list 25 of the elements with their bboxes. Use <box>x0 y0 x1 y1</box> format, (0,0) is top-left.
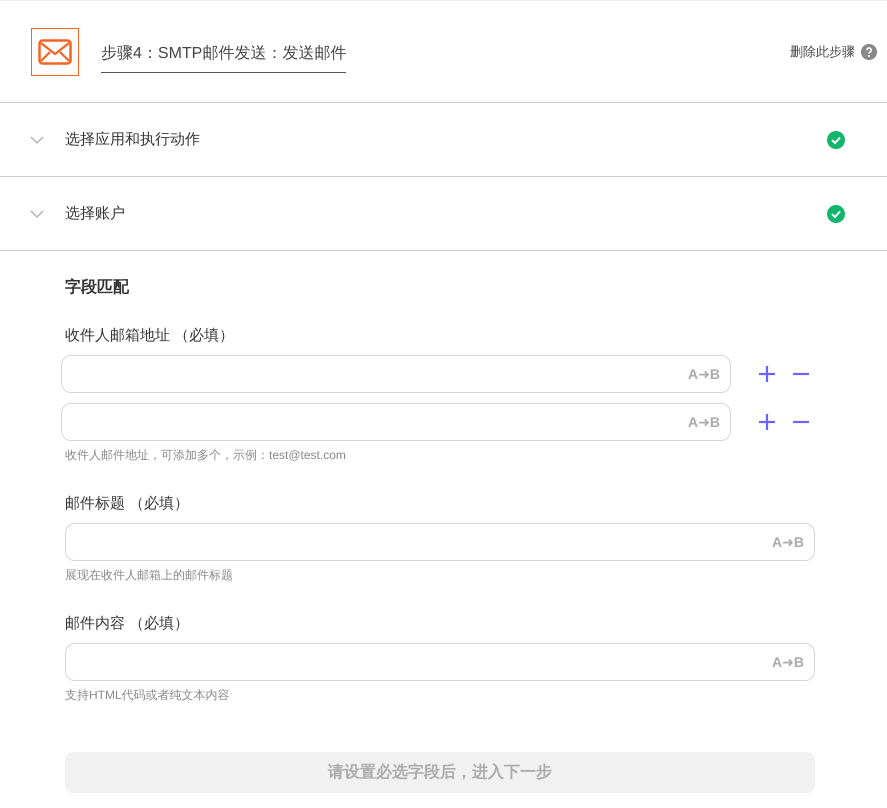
step-title: 步骤4：SMTP邮件发送：发送邮件 <box>101 36 346 72</box>
section-heading: 字段匹配 <box>65 277 130 298</box>
field-hint: 收件人邮件地址，可添加多个，示例：test@test.com <box>65 447 347 464</box>
input-field[interactable]: A➜B <box>61 355 731 393</box>
field-label: 邮件标题 （必填） <box>65 494 190 513</box>
insert-variable-button[interactable]: A➜B <box>772 534 804 550</box>
input-field[interactable]: A➜B <box>65 643 815 681</box>
help-icon[interactable] <box>861 44 877 60</box>
insert-variable-button[interactable]: A➜B <box>688 366 720 382</box>
mail-logo <box>31 28 79 76</box>
section-label: 选择应用和执行动作 <box>65 130 200 149</box>
input-field[interactable]: A➜B <box>65 523 815 561</box>
input-field[interactable]: A➜B <box>61 403 731 441</box>
accordion-section[interactable]: 选择应用和执行动作 <box>0 103 887 177</box>
field-label: 邮件内容 （必填） <box>65 614 190 633</box>
field-hint: 支持HTML代码或者纯文本内容 <box>65 687 231 704</box>
add-icon[interactable] <box>757 364 777 384</box>
delete-step-link[interactable]: 删除此步骤 <box>790 42 855 60</box>
section-label: 选择账户 <box>65 204 125 223</box>
insert-variable-button[interactable]: A➜B <box>772 654 804 670</box>
field-label: 收件人邮箱地址 （必填） <box>65 326 236 345</box>
insert-variable-button[interactable]: A➜B <box>688 414 720 430</box>
add-icon[interactable] <box>757 412 777 432</box>
accordion-section[interactable]: 选择账户 <box>0 177 887 251</box>
field-hint: 展现在收件人邮箱上的邮件标题 <box>65 567 234 584</box>
